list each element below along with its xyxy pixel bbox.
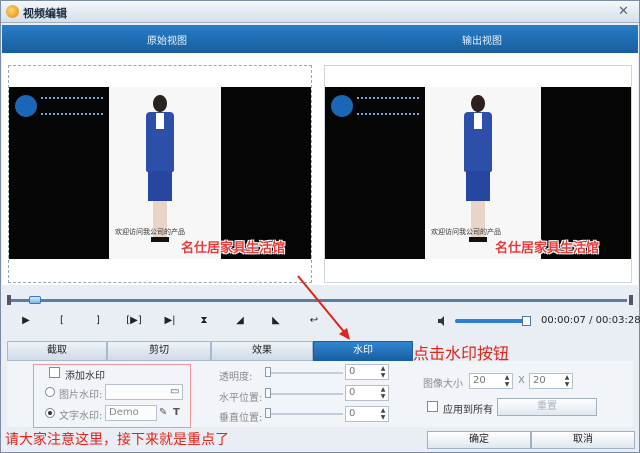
timeline-end-marker[interactable] (629, 295, 633, 305)
opacity-slider[interactable] (269, 372, 343, 374)
store-watermark: 名仕居家具生活馆 (495, 241, 600, 256)
split-button[interactable]: ⧗ (193, 311, 215, 331)
time-separator: / (585, 315, 596, 326)
spinner-arrows-icon[interactable]: ▲ ▼ (379, 386, 387, 400)
original-preview-pane: 欢迎访问我公司的产品 名仕居家具生活馆 (8, 65, 312, 283)
image-width-spinner[interactable]: 20 ▲ ▼ (469, 373, 513, 389)
video-caption: 欢迎访问我公司的产品 (115, 228, 185, 236)
horizontal-position-spinner[interactable]: 0 ▲ ▼ (345, 385, 389, 401)
opacity-label: 透明度: (219, 372, 253, 383)
volume-slider[interactable] (455, 319, 525, 323)
preview-area: 欢迎访问我公司的产品 名仕居家具生活馆 欢迎访问我公司的产品 名仕居家具生活馆 (2, 53, 638, 285)
logo-lettering (357, 97, 419, 115)
tab-effects[interactable]: 效果 (211, 341, 313, 361)
time-readout: 00:00:07 / 00:03:28 (541, 315, 640, 326)
text-watermark-input[interactable]: Demo (105, 405, 157, 421)
mark-out-button[interactable]: ] (87, 311, 109, 331)
image-width-value: 20 (473, 375, 486, 386)
vertical-position-value: 0 (349, 408, 356, 419)
image-height-spinner[interactable]: 20 ▲ ▼ (529, 373, 573, 389)
pencil-icon[interactable]: ✎ (159, 406, 167, 420)
cancel-button[interactable]: 取消 (531, 431, 635, 449)
original-video-frame: 欢迎访问我公司的产品 名仕居家具生活馆 (9, 87, 311, 259)
output-video-frame: 欢迎访问我公司的产品 名仕居家具生活馆 (325, 87, 631, 259)
spinner-arrows-icon[interactable]: ▲ ▼ (379, 365, 387, 379)
volume-knob[interactable] (522, 316, 531, 326)
volume-icon[interactable] (437, 315, 449, 327)
timeline-slider[interactable] (7, 295, 633, 305)
play-button[interactable]: ▶ (15, 311, 37, 331)
fade-in-button[interactable]: ◢ (229, 311, 251, 331)
opacity-spinner[interactable]: 0 ▲ ▼ (345, 364, 389, 380)
vertical-position-label: 垂直位置: (219, 413, 263, 424)
video-edit-window: 视频编辑 ✕ 原始视图 输出视图 欢迎访问我公司的产品 名仕居家具生活馆 欢迎访… (0, 0, 640, 453)
size-separator: X (518, 375, 525, 386)
mark-in-button[interactable]: [ (51, 311, 73, 331)
text-watermark-label: 文字水印: (59, 411, 103, 422)
window-title: 视频编辑 (23, 7, 67, 20)
spinner-arrows-icon[interactable]: ▲ ▼ (563, 374, 571, 388)
horizontal-position-slider[interactable] (269, 393, 343, 395)
view-header: 原始视图 输出视图 (2, 25, 638, 53)
playback-controls: ▶ [ ] [▶] ▶| ⧗ ◢ ◣ ↩ 00:00:07 / 00:03:28 (7, 311, 640, 331)
image-watermark-label: 图片水印: (59, 390, 103, 401)
apply-to-all-checkbox[interactable] (427, 401, 438, 412)
watermark-settings-panel: 添加水印 图片水印: ▭ 文字水印: Demo ✎ T 透明度: 0 ▲ ▼ 水平位… (7, 361, 633, 428)
spinner-arrows-icon[interactable]: ▲ ▼ (379, 407, 387, 421)
store-watermark: 名仕居家具生活馆 (181, 241, 286, 256)
tab-watermark[interactable]: 水印 (313, 341, 413, 361)
play-selection-button[interactable]: [▶] (121, 311, 147, 331)
horizontal-position-label: 水平位置: (219, 393, 263, 404)
current-time: 00:00:07 (541, 315, 586, 326)
bottom-callout-annotation: 请大家注意这里，接下来就是重点了 (5, 432, 229, 448)
presenter-figure (140, 95, 180, 245)
horizontal-position-knob[interactable] (265, 388, 271, 398)
opacity-value: 0 (349, 366, 356, 377)
undo-button[interactable]: ↩ (303, 311, 325, 331)
close-button[interactable]: ✕ (616, 4, 631, 19)
total-time: 00:03:28 (595, 315, 640, 326)
font-icon[interactable]: T (173, 406, 180, 420)
horizontal-position-value: 0 (349, 387, 356, 398)
vertical-position-knob[interactable] (265, 408, 271, 418)
image-height-value: 20 (533, 375, 546, 386)
video-caption: 欢迎访问我公司的产品 (431, 228, 501, 236)
timeline-thumb[interactable] (29, 296, 41, 304)
image-size-label: 图像大小 (423, 379, 463, 390)
fade-out-button[interactable]: ◣ (265, 311, 287, 331)
vertical-position-slider[interactable] (269, 413, 343, 415)
add-watermark-checkbox[interactable] (49, 367, 60, 378)
company-logo (331, 95, 353, 117)
next-frame-button[interactable]: ▶| (159, 311, 181, 331)
spinner-arrows-icon[interactable]: ▲ ▼ (503, 374, 511, 388)
output-view-label: 输出视图 (462, 36, 502, 47)
text-watermark-radio[interactable] (45, 408, 55, 418)
company-logo (15, 95, 37, 117)
folder-icon[interactable]: ▭ (170, 385, 179, 399)
original-view-label: 原始视图 (147, 36, 187, 47)
logo-lettering (41, 97, 103, 115)
reset-button[interactable]: 重置 (497, 398, 597, 416)
tab-crop[interactable]: 截取 (7, 341, 107, 361)
output-preview-pane: 欢迎访问我公司的产品 名仕居家具生活馆 (324, 65, 632, 283)
apply-to-all-label: 应用到所有 (443, 405, 493, 416)
image-watermark-radio[interactable] (45, 387, 55, 397)
edit-tabs: 截取 剪切 效果 水印 (7, 341, 633, 361)
timeline-track[interactable] (11, 299, 627, 302)
vertical-position-spinner[interactable]: 0 ▲ ▼ (345, 406, 389, 422)
tab-cut[interactable]: 剪切 (107, 341, 211, 361)
app-icon (6, 5, 19, 18)
ok-button[interactable]: 确定 (427, 431, 531, 449)
title-bar: 视频编辑 ✕ (1, 1, 639, 23)
opacity-knob[interactable] (265, 367, 271, 377)
presenter-figure (458, 95, 498, 245)
add-watermark-label: 添加水印 (65, 371, 105, 382)
